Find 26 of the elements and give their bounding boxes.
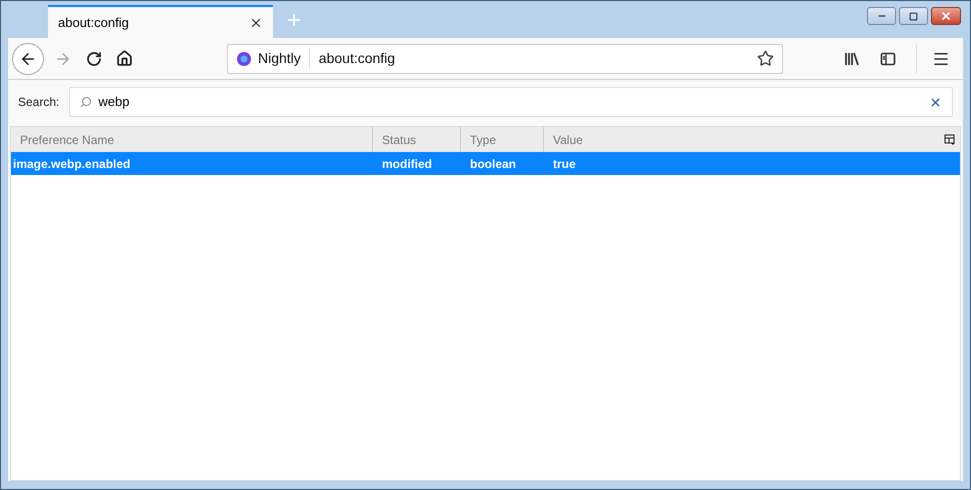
clear-icon[interactable] [929,96,942,108]
close-icon [940,10,952,22]
address-bar[interactable]: Nightly about:config [227,44,783,74]
browser-logo-icon [236,50,252,66]
column-picker-icon[interactable] [944,134,956,146]
table-cell-text: modified [381,156,433,172]
browser-tab[interactable]: about:config [48,5,273,38]
library-icon[interactable] [844,50,860,66]
bookmark-star-icon[interactable] [757,50,774,67]
back-button[interactable] [12,42,44,74]
table-cell-text: boolean [469,156,518,172]
window-close-button[interactable] [931,7,961,25]
sidebar-icon[interactable] [880,50,896,66]
home-icon[interactable] [116,50,133,67]
table-cell-text: image.webp.enabled [12,156,132,172]
maximize-button[interactable] [899,7,928,25]
table-row[interactable]: image.webp.enabled modified boolean true [11,152,960,175]
search-label: Search: [18,94,60,111]
search-icon [80,96,92,108]
search-field[interactable]: webp [69,87,953,117]
maximize-icon [909,12,918,20]
url-text: about:config [318,49,396,68]
reload-icon[interactable] [86,50,102,66]
table-cell-text: true [552,156,577,172]
column-header[interactable]: Value [544,127,940,152]
identity-label: Nightly [258,48,310,69]
